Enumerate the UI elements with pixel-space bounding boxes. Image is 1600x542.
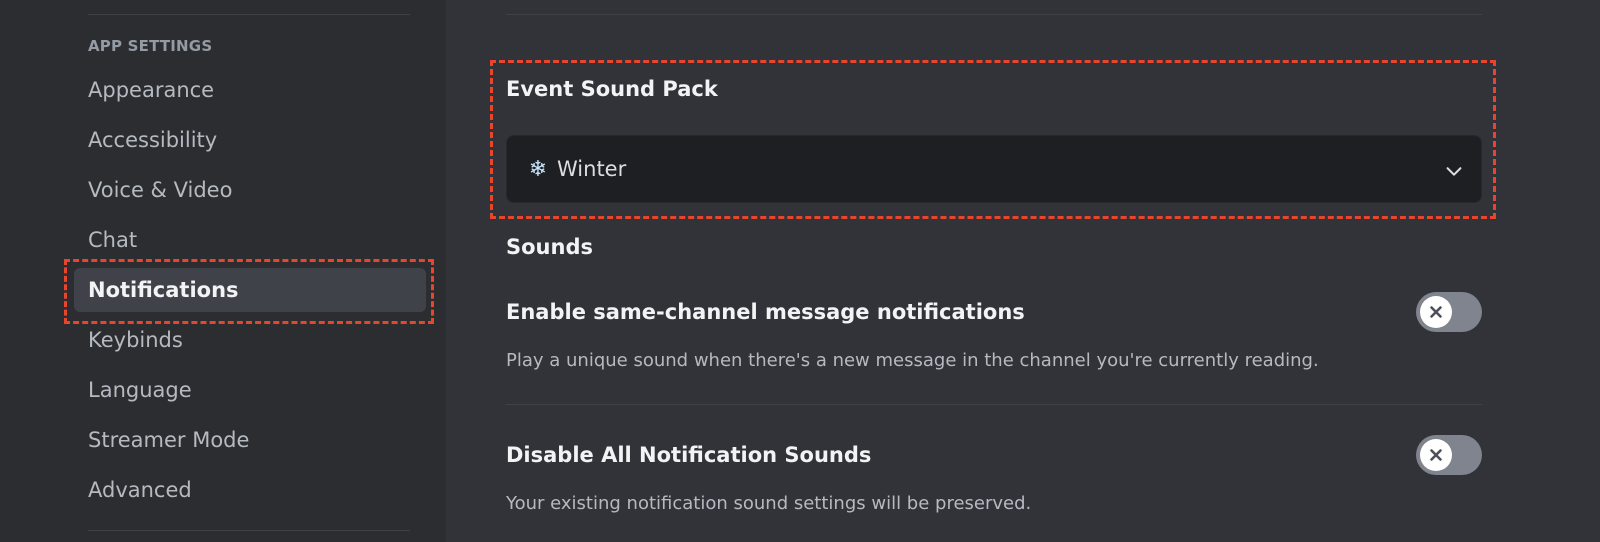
sidebar-item-label: Accessibility: [88, 128, 218, 152]
sidebar-item-voice-video[interactable]: Voice & Video: [74, 168, 426, 212]
sounds-section-title: Sounds: [506, 235, 593, 259]
close-icon: [1430, 306, 1442, 318]
sidebar-item-accessibility[interactable]: Accessibility: [74, 118, 426, 162]
sidebar-divider-bottom: [88, 530, 410, 531]
sidebar-item-label: Notifications: [88, 278, 239, 302]
sidebar-item-label: Streamer Mode: [88, 428, 250, 452]
sidebar-item-appearance[interactable]: Appearance: [74, 68, 426, 112]
same-channel-notifications-title: Enable same-channel message notification…: [506, 300, 1025, 324]
close-icon: [1430, 449, 1442, 461]
event-sound-pack-value: Winter: [557, 157, 627, 181]
content-divider-top: [506, 14, 1482, 15]
sidebar-item-chat[interactable]: Chat: [74, 218, 426, 262]
sidebar-item-keybinds[interactable]: Keybinds: [74, 318, 426, 362]
disable-all-sounds-title: Disable All Notification Sounds: [506, 443, 872, 467]
sidebar-item-label: Voice & Video: [88, 178, 233, 202]
chevron-down-icon: [1446, 167, 1462, 176]
sidebar-item-language[interactable]: Language: [74, 368, 426, 412]
toggle-knob: [1420, 439, 1452, 471]
sidebar-item-label: Chat: [88, 228, 138, 252]
sidebar-item-advanced[interactable]: Advanced: [74, 468, 426, 512]
same-channel-notifications-description: Play a unique sound when there's a new m…: [506, 350, 1319, 371]
event-sound-pack-select[interactable]: ❄ Winter: [506, 135, 1482, 203]
disable-all-sounds-description: Your existing notification sound setting…: [506, 493, 1032, 514]
sidebar-item-label: Keybinds: [88, 328, 183, 352]
same-channel-notifications-toggle[interactable]: [1416, 292, 1482, 332]
disable-all-sounds-toggle[interactable]: [1416, 435, 1482, 475]
settings-divider: [506, 404, 1482, 405]
sidebar-item-label: Language: [88, 378, 192, 402]
settings-sidebar: APP SETTINGS Appearance Accessibility Vo…: [0, 0, 446, 542]
toggle-knob: [1420, 296, 1452, 328]
sidebar-item-label: Appearance: [88, 78, 215, 102]
sidebar-item-streamer-mode[interactable]: Streamer Mode: [74, 418, 426, 462]
sidebar-item-notifications[interactable]: Notifications: [74, 268, 426, 312]
event-sound-pack-title: Event Sound Pack: [506, 77, 718, 101]
sidebar-section-header: APP SETTINGS: [88, 37, 213, 55]
sidebar-item-label: Advanced: [88, 478, 192, 502]
snowflake-icon: ❄: [528, 156, 548, 182]
sidebar-divider-top: [88, 14, 410, 15]
